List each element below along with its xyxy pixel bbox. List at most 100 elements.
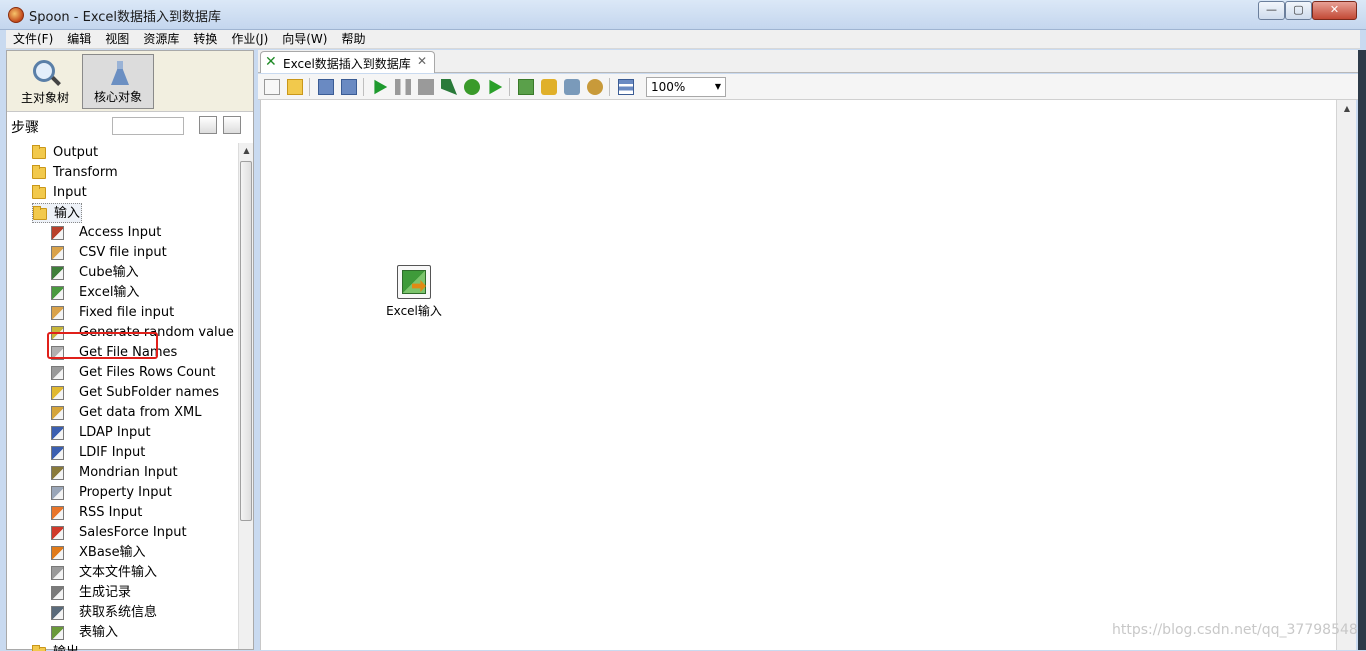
separator xyxy=(609,78,610,96)
collapse-all-icon[interactable] xyxy=(223,116,241,134)
expand-all-icon[interactable] xyxy=(199,116,217,134)
chevron-down-icon: ▼ xyxy=(714,82,721,91)
explore-db-icon[interactable] xyxy=(587,79,603,95)
flask-icon xyxy=(109,59,131,87)
separator xyxy=(309,78,310,96)
tab-excel-to-db[interactable]: ✕ Excel数据插入到数据库 ✕ xyxy=(260,51,435,73)
tree-step-label: SalesForce Input xyxy=(79,525,187,540)
run-icon[interactable] xyxy=(374,79,388,95)
menu-job[interactable]: 作业(J) xyxy=(224,30,275,48)
tree-step-label: 文本文件输入 xyxy=(79,565,158,580)
tree-step-label: Excel输入 xyxy=(79,285,140,300)
scroll-up-icon[interactable]: ▲ xyxy=(239,143,254,159)
scroll-up-icon[interactable]: ▲ xyxy=(1337,100,1357,117)
menu-help[interactable]: 帮助 xyxy=(334,30,372,48)
menu-file[interactable]: 文件(F) xyxy=(6,30,60,48)
transformation-toolbar: 100% ▼ xyxy=(258,74,1360,100)
fixed-file-icon xyxy=(51,306,64,320)
stop-icon[interactable] xyxy=(418,79,434,95)
maximize-button[interactable]: ▢ xyxy=(1285,1,1312,20)
left-panel: 主对象树 核心对象 步骤 Output Transform Input 输入 A… xyxy=(6,50,254,651)
steps-search-input[interactable] xyxy=(112,117,184,135)
tab-core-objects[interactable]: 核心对象 xyxy=(82,54,154,109)
title-bar: Spoon - Excel数据插入到数据库 — ▢ ✕ xyxy=(0,0,1366,30)
folder-icon xyxy=(32,185,46,199)
separator xyxy=(509,78,510,96)
menu-edit[interactable]: 编辑 xyxy=(60,30,98,48)
tree-scrollbar[interactable]: ▲ xyxy=(238,143,253,649)
folder-icon xyxy=(32,165,46,179)
tree-step-label: Get Files Rows Count xyxy=(79,365,216,380)
tree-category-input-cn[interactable]: 输入 xyxy=(32,203,82,223)
tree-step-label: LDAP Input xyxy=(79,425,151,440)
scroll-thumb[interactable] xyxy=(240,161,252,521)
tree-step-label: Access Input xyxy=(79,225,162,240)
tab-main-label: 主对象树 xyxy=(20,91,69,105)
step-node-label: Excel输入 xyxy=(386,304,442,318)
xml-data-icon xyxy=(51,406,64,420)
excel-input-highlight xyxy=(47,332,158,359)
property-input-icon xyxy=(51,486,64,500)
save-as-icon[interactable] xyxy=(341,79,357,95)
access-input-icon xyxy=(51,226,64,240)
steps-header: 步骤 xyxy=(7,113,253,139)
separator xyxy=(363,78,364,96)
tree-step-label: 获取系统信息 xyxy=(79,605,158,620)
menu-transform[interactable]: 转换 xyxy=(186,30,224,48)
tab-core-label: 核心对象 xyxy=(93,90,142,104)
cube-input-icon xyxy=(51,266,64,280)
magnifier-handle xyxy=(51,76,61,86)
impact-icon[interactable] xyxy=(541,79,557,95)
replay-icon[interactable] xyxy=(489,79,503,95)
transformation-canvas[interactable] xyxy=(260,100,1336,650)
tab-label: Excel数据插入到数据库 xyxy=(283,57,411,71)
tab-main-object-tree[interactable]: 主对象树 xyxy=(9,54,81,109)
tree-step-label: Property Input xyxy=(79,485,172,500)
new-file-icon[interactable] xyxy=(264,79,280,95)
close-button[interactable]: ✕ xyxy=(1312,1,1357,20)
tree-step-label: Cube输入 xyxy=(79,265,139,280)
pause-icon[interactable] xyxy=(395,79,411,95)
spoon-app-icon xyxy=(8,7,24,23)
document-tab-bar: ✕ Excel数据插入到数据库 ✕ xyxy=(258,50,1360,73)
tree-step-label: 生成记录 xyxy=(79,585,132,600)
menu-view[interactable]: 视图 xyxy=(98,30,136,48)
folder-open-icon xyxy=(33,206,47,220)
rss-input-icon xyxy=(51,506,64,520)
subfolder-icon xyxy=(51,386,64,400)
transformation-icon: ✕ xyxy=(265,54,277,70)
step-tree: Output Transform Input 输入 Access Input CS… xyxy=(7,143,237,651)
mondrian-input-icon xyxy=(51,466,64,480)
table-input-icon xyxy=(51,626,64,640)
menu-repository[interactable]: 资源库 xyxy=(136,30,186,48)
open-folder-icon[interactable] xyxy=(287,79,303,95)
canvas-scrollbar[interactable]: ▲ xyxy=(1336,100,1356,650)
excel-input-icon xyxy=(51,286,64,300)
preview-icon[interactable] xyxy=(441,79,457,95)
tree-step-label: 表输入 xyxy=(79,625,119,640)
debug-icon[interactable] xyxy=(464,79,480,95)
sql-icon[interactable] xyxy=(564,79,580,95)
tree-step-label: Get data from XML xyxy=(79,405,202,420)
tree-step-label: LDIF Input xyxy=(79,445,146,460)
minimize-button[interactable]: — xyxy=(1258,1,1285,20)
results-pane-icon[interactable] xyxy=(618,79,634,95)
tree-step-label: RSS Input xyxy=(79,505,143,520)
tree-step-label: XBase输入 xyxy=(79,545,146,560)
text-file-input-icon xyxy=(51,566,64,580)
csv-file-icon xyxy=(51,246,64,260)
excel-input-step-node[interactable] xyxy=(397,265,431,299)
menu-wizard[interactable]: 向导(W) xyxy=(275,30,334,48)
verify-icon[interactable] xyxy=(518,79,534,95)
zoom-select[interactable]: 100% ▼ xyxy=(646,77,726,97)
left-tab-bar: 主对象树 核心对象 xyxy=(7,51,253,112)
menu-bar: 文件(F) 编辑 视图 资源库 转换 作业(J) 向导(W) 帮助 xyxy=(6,30,1360,49)
excel-input-icon xyxy=(402,270,426,294)
tab-close-icon[interactable]: ✕ xyxy=(415,54,429,68)
steps-label: 步骤 xyxy=(11,120,39,136)
ldap-input-icon xyxy=(51,426,64,440)
save-icon[interactable] xyxy=(318,79,334,95)
rows-count-icon xyxy=(51,366,64,380)
system-info-icon xyxy=(51,606,64,620)
folder-icon xyxy=(32,645,46,651)
